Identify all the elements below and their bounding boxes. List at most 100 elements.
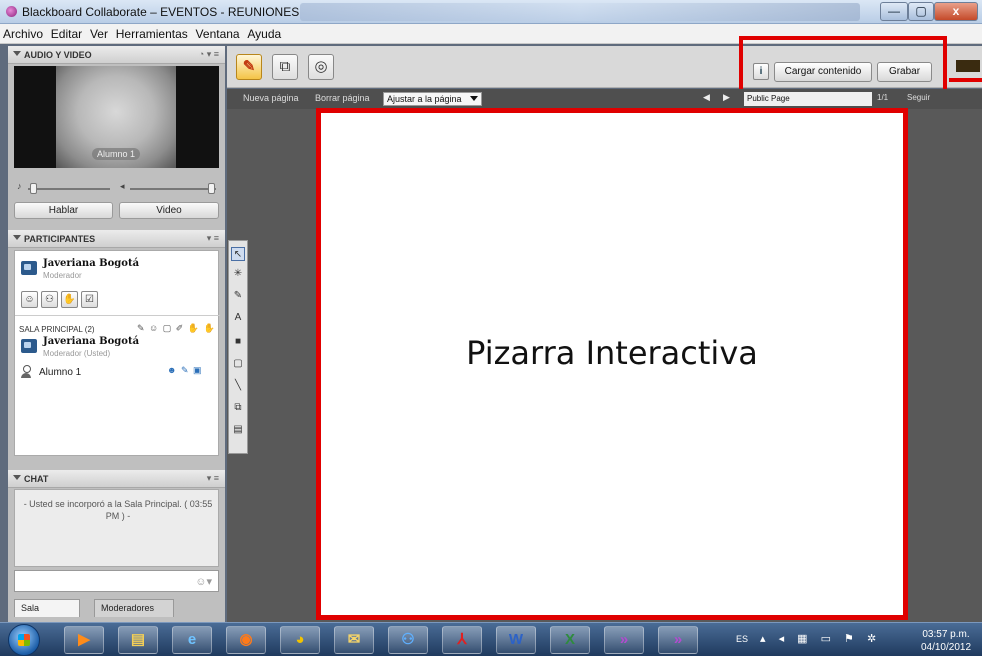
clip-art-tool-icon[interactable]: ▤	[231, 423, 245, 437]
screenshot-tool-icon[interactable]: ⧉	[231, 401, 245, 415]
audio-video-header[interactable]: AUDIO Y VIDEO ◔ ▾ ≡	[8, 46, 225, 64]
maximize-button[interactable]: ▢	[908, 2, 934, 21]
window-title: Blackboard Collaborate – EVENTOS - REUNI…	[22, 5, 300, 19]
whiteboard-canvas[interactable]: Pizarra Interactiva	[316, 108, 908, 620]
chat-log: - Usted se incorporó a la Sala Principal…	[14, 489, 219, 567]
follow-toggle[interactable]: Seguir	[907, 93, 930, 102]
file-explorer-icon[interactable]: ▤	[118, 626, 158, 654]
talk-button[interactable]: Hablar	[14, 202, 113, 219]
new-page-link[interactable]: Nueva página	[243, 93, 299, 103]
menu-archivo[interactable]: Archivo	[0, 24, 45, 41]
moderator-avatar-icon	[21, 261, 37, 275]
speaker-icon: ◂	[120, 181, 125, 191]
panel-menu-icon[interactable]: ◔ ▾ ≡	[199, 49, 219, 60]
panel-menu-icon[interactable]: ▾ ≡	[207, 233, 219, 244]
permission-icons: ✎ ☺ ▢ ✐ ✋ ✋	[137, 323, 216, 333]
tool-palette: ↖ ✳ ✎ A ■ ▢ ╲ ⧉ ▤	[228, 240, 248, 454]
select-tool-icon[interactable]: ↖	[231, 247, 245, 261]
media-player-icon[interactable]: ▶	[64, 626, 104, 654]
acrobat-icon[interactable]: ⅄	[442, 626, 482, 654]
firefox-icon[interactable]: ◉	[226, 626, 266, 654]
tray-icons[interactable]: ▴ ◂ ▦ ▭ ⚑ ✲	[760, 632, 881, 645]
pen-tool-icon[interactable]: ✎	[231, 289, 245, 303]
left-panel: AUDIO Y VIDEO ◔ ▾ ≡ Alumno 1 ♪ ◂ Hablar …	[8, 46, 225, 622]
text-tool-icon[interactable]: A	[231, 311, 245, 325]
next-page-icon[interactable]: ▶	[723, 92, 730, 103]
start-button[interactable]	[8, 624, 40, 656]
collapse-icon[interactable]	[13, 235, 21, 240]
clear-page-link[interactable]: Borrar página	[315, 93, 370, 103]
prev-page-icon[interactable]: ◀	[703, 92, 710, 103]
chevron-down-icon	[470, 96, 478, 101]
emoticon-button[interactable]: ☺	[21, 291, 38, 308]
edge-logo-icon	[956, 60, 980, 72]
close-button[interactable]: x	[934, 2, 978, 21]
fit-select-value: Ajustar a la página	[387, 94, 462, 104]
outlook-icon[interactable]: ✉	[334, 626, 374, 654]
pointer-tool-icon[interactable]: ✳	[231, 267, 245, 281]
mic-slider-knob[interactable]	[30, 183, 37, 194]
filled-rect-tool-icon[interactable]: ■	[231, 335, 245, 349]
page-count: 1/1	[877, 93, 889, 102]
collapse-icon[interactable]	[13, 475, 21, 480]
fit-select[interactable]: Ajustar a la página	[383, 92, 482, 106]
emoticon-picker-icon[interactable]: ☺▾	[195, 575, 212, 588]
web-tour-icon[interactable]: ◎	[308, 54, 334, 80]
tab-moderadores[interactable]: Moderadores	[94, 599, 174, 617]
rect-tool-icon[interactable]: ▢	[231, 357, 245, 371]
participant-name[interactable]: Javeriana Bogotá	[43, 336, 139, 347]
moderator-role: Moderador	[43, 271, 82, 280]
menu-ventana[interactable]: Ventana	[193, 24, 242, 41]
taskbar: ▶ ▤ e ◉ ◕ ✉ ⚇ ⅄ W X » » ES ▴ ◂ ▦ ▭ ⚑ ✲ 0…	[0, 622, 982, 656]
info-icon[interactable]: i	[753, 63, 769, 80]
app-share-icon[interactable]: ⧉	[272, 54, 298, 80]
collapse-icon[interactable]	[13, 51, 21, 56]
whiteboard-text: Pizarra Interactiva	[466, 334, 758, 372]
room-label: SALA PRINCIPAL (2)	[19, 325, 95, 334]
whiteboard-tool-icon[interactable]: ✎	[236, 54, 262, 80]
chat-input[interactable]: ☺▾	[14, 570, 219, 592]
menu-ayuda[interactable]: Ayuda	[244, 24, 283, 41]
minimize-button[interactable]: —	[880, 2, 908, 21]
load-content-button[interactable]: Cargar contenido	[774, 62, 872, 82]
record-button[interactable]: Grabar	[877, 62, 932, 82]
page-select[interactable]: Public Page	[744, 92, 872, 106]
chrome-icon[interactable]: ◕	[280, 626, 320, 654]
clock[interactable]: 03:57 p.m. 04/10/2012	[916, 628, 976, 654]
chat-message: - Usted se incorporó a la Sala Principal…	[23, 499, 213, 521]
divider	[15, 315, 220, 316]
video-preview: Alumno 1	[14, 66, 219, 168]
participants-header[interactable]: PARTICIPANTES ▾ ≡	[8, 230, 225, 248]
mic-icon: ♪	[17, 181, 22, 191]
tab-sala[interactable]: Sala	[14, 599, 80, 617]
speaker-slider-track	[130, 188, 216, 190]
menu-herramientas[interactable]: Herramientas	[113, 24, 190, 41]
moderator-name: Javeriana Bogotá	[43, 258, 140, 269]
system-tray: ES ▴ ◂ ▦ ▭ ⚑ ✲ 03:57 p.m. 04/10/2012	[730, 623, 982, 656]
video-name-label: Alumno 1	[92, 148, 141, 160]
excel-icon[interactable]: X	[550, 626, 590, 654]
menu-editar[interactable]: Editar	[48, 24, 84, 41]
word-icon[interactable]: W	[496, 626, 536, 654]
collaborate-logo-icon	[6, 6, 17, 17]
language-indicator[interactable]: ES	[736, 634, 748, 644]
internet-explorer-icon[interactable]: e	[172, 626, 212, 654]
away-button[interactable]: ⚇	[41, 291, 58, 308]
line-tool-icon[interactable]: ╲	[231, 379, 245, 393]
panel-menu-icon[interactable]: ▾ ≡	[207, 473, 219, 484]
mic-slider-track	[28, 188, 110, 190]
menu-ver[interactable]: Ver	[87, 24, 110, 41]
chat-header[interactable]: CHAT ▾ ≡	[8, 470, 225, 488]
participant-name[interactable]: Alumno 1	[39, 367, 81, 378]
participants-list: Javeriana Bogotá Moderador ☺ ⚇ ✋ ☑ SALA …	[14, 250, 220, 456]
collaborate-app-icon[interactable]: »	[604, 626, 644, 654]
clock-date: 04/10/2012	[920, 642, 972, 653]
student-permission-icons: ☻ ✎ ▣	[167, 365, 203, 375]
video-button[interactable]: Video	[119, 202, 219, 219]
collaborate-app-icon[interactable]: »	[658, 626, 698, 654]
raise-hand-button[interactable]: ✋	[61, 291, 78, 308]
background-windows	[300, 3, 860, 21]
poll-button[interactable]: ☑	[81, 291, 98, 308]
speaker-slider-knob[interactable]	[208, 183, 215, 194]
network-icon[interactable]: ⚇	[388, 626, 428, 654]
